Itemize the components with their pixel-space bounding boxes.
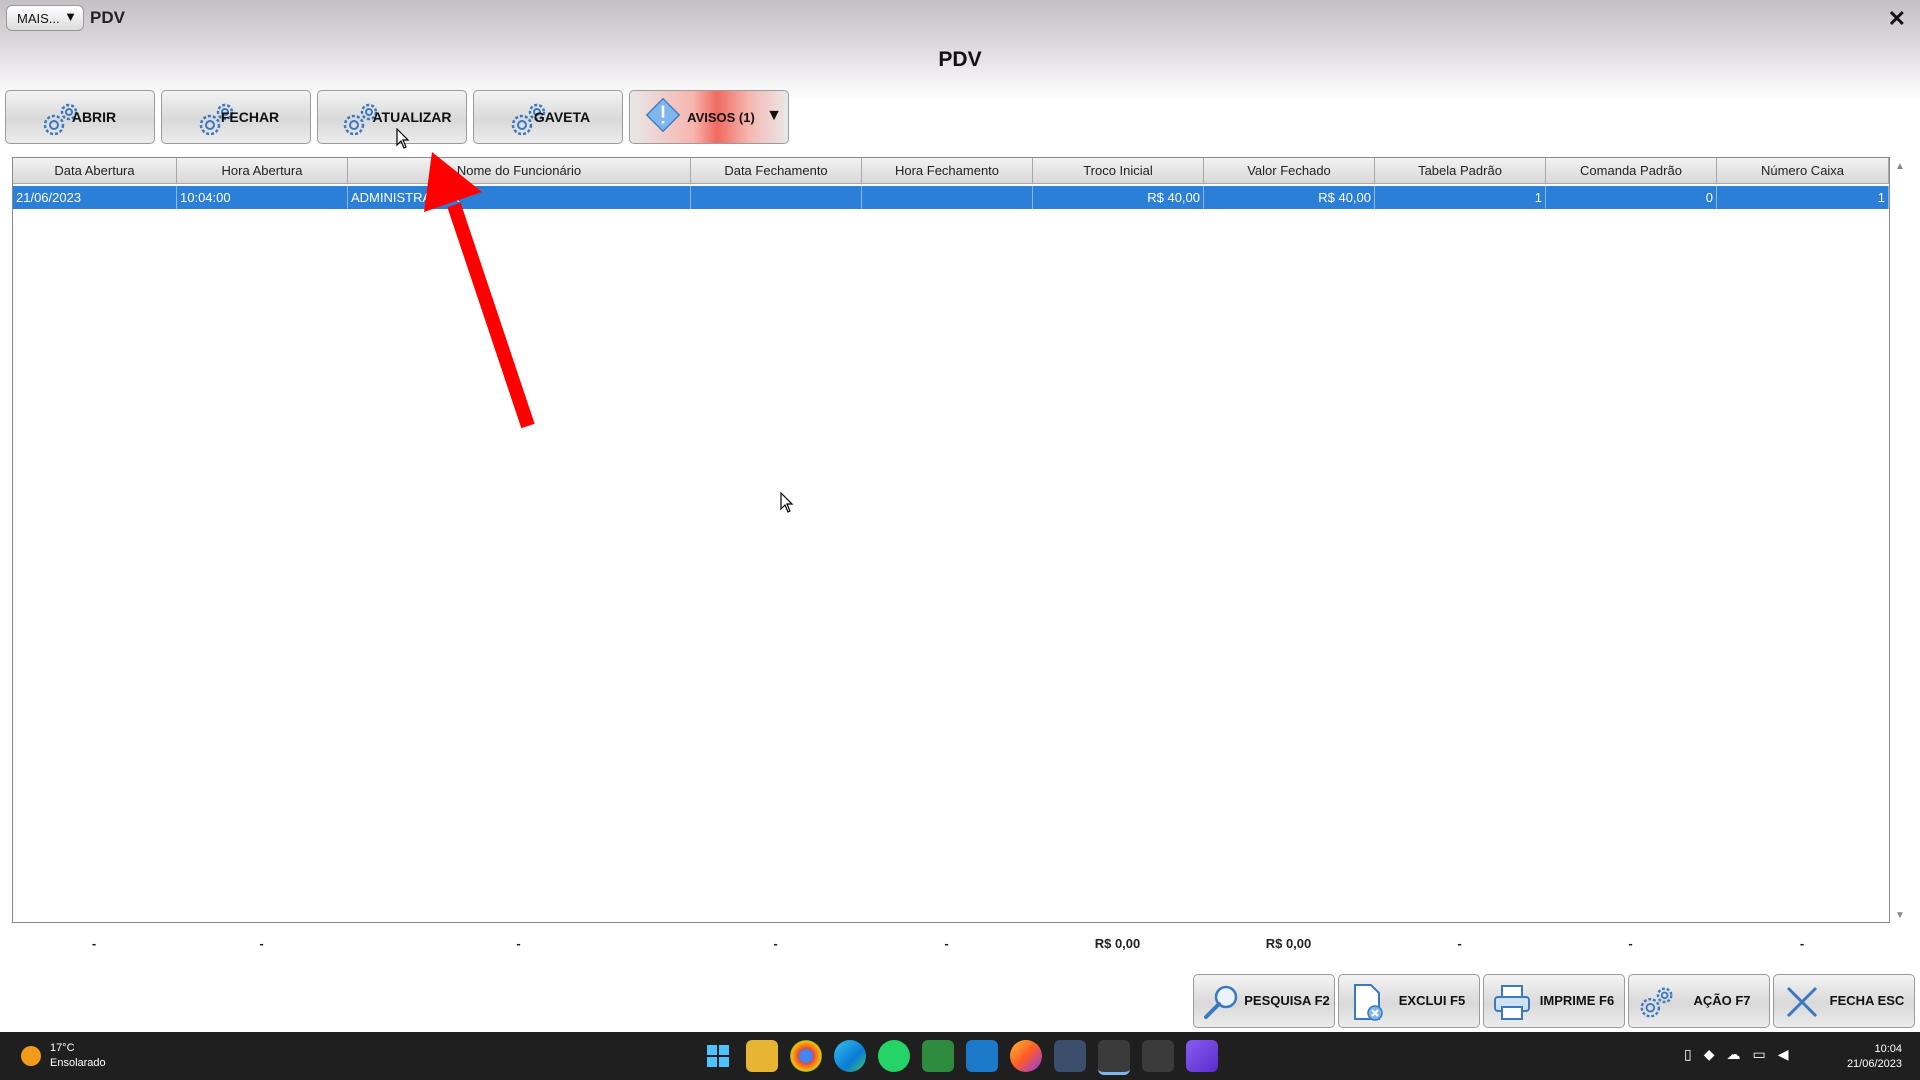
total-cell: - bbox=[773, 936, 778, 951]
table-cell bbox=[862, 186, 1033, 209]
remote-app-icon[interactable] bbox=[966, 1040, 998, 1072]
exclui-button[interactable]: EXCLUI F5 bbox=[1338, 974, 1480, 1028]
chrome-icon[interactable] bbox=[790, 1040, 822, 1072]
settings-gear-icon[interactable] bbox=[1054, 1040, 1086, 1072]
avisos-button[interactable]: AVISOS (1) ▼ bbox=[629, 90, 789, 144]
close-icon bbox=[1786, 986, 1818, 1018]
mais-dropdown-button[interactable]: MAIS... ▼ bbox=[6, 5, 84, 31]
exclui-label: EXCLUI F5 bbox=[1398, 993, 1466, 1008]
table-cell: R$ 40,00 bbox=[1033, 186, 1204, 209]
fecha-button[interactable]: FECHA ESC bbox=[1773, 974, 1915, 1028]
total-cell: - bbox=[91, 936, 97, 951]
column-header[interactable]: Tabela Padrão bbox=[1375, 158, 1546, 183]
gaveta-button[interactable]: GAVETA bbox=[473, 90, 623, 144]
gear-icon bbox=[1640, 987, 1673, 1018]
atualizar-label: ATUALIZAR bbox=[372, 109, 452, 125]
column-header[interactable]: Data Abertura bbox=[13, 158, 177, 183]
total-cell: - bbox=[1628, 936, 1633, 951]
whatsapp-icon[interactable] bbox=[878, 1040, 910, 1072]
mais-label: MAIS... bbox=[17, 10, 60, 26]
clock-time: 10:04 bbox=[1874, 1043, 1902, 1055]
pesquisa-label: PESQUISA F2 bbox=[1244, 993, 1330, 1008]
column-header[interactable]: Comanda Padrão bbox=[1546, 158, 1717, 183]
weather-widget[interactable]: 17°C Ensolarado bbox=[50, 1041, 106, 1071]
column-header[interactable]: Nome do Funcionário bbox=[348, 158, 691, 183]
total-cell: - bbox=[944, 936, 949, 951]
total-cell: - bbox=[1457, 936, 1462, 951]
clock-date: 21/06/2023 bbox=[1846, 1058, 1902, 1070]
network-icon[interactable]: ▭ bbox=[1753, 1046, 1766, 1063]
table-cell: 0 bbox=[1546, 186, 1717, 209]
volume-icon[interactable]: ◀ bbox=[1778, 1046, 1789, 1063]
table-cell: 1 bbox=[1375, 186, 1546, 209]
page-title: PDV bbox=[938, 48, 982, 71]
total-cell: - bbox=[516, 936, 521, 951]
pdv-app-icon[interactable] bbox=[1098, 1040, 1130, 1075]
scroll-up-icon[interactable]: ▲ bbox=[1895, 161, 1905, 172]
sun-icon[interactable] bbox=[21, 1046, 41, 1066]
atualizar-button[interactable]: ATUALIZAR bbox=[317, 90, 467, 144]
printer-icon bbox=[1494, 985, 1530, 1020]
clock[interactable]: 10:04 21/06/2023 bbox=[1847, 1042, 1902, 1072]
imprime-button[interactable]: IMPRIME F6 bbox=[1483, 974, 1625, 1028]
footer-totals: - - - - - R$ 0,00 R$ 0,00 - - - bbox=[12, 936, 1888, 951]
cloud-icon[interactable]: ☁ bbox=[1727, 1046, 1741, 1063]
abrir-label: ABRIR bbox=[71, 109, 117, 125]
spreadsheet-icon[interactable] bbox=[922, 1040, 954, 1072]
chevron-down-icon: ▼ bbox=[64, 9, 77, 24]
table-cell: 1 bbox=[1717, 186, 1889, 209]
imprime-label: IMPRIME F6 bbox=[1539, 993, 1615, 1008]
column-header[interactable]: Data Fechamento bbox=[691, 158, 862, 183]
search-icon bbox=[1204, 985, 1238, 1019]
mouse-cursor-icon bbox=[396, 128, 410, 149]
table-cell: ADMINISTRADOR bbox=[348, 186, 691, 209]
usb-icon[interactable]: ▯ bbox=[1684, 1046, 1692, 1063]
column-header[interactable]: Número Caixa bbox=[1717, 158, 1889, 183]
table-cell: R$ 40,00 bbox=[1204, 186, 1375, 209]
system-tray: ▯ ◆ ☁ ▭ ◀ bbox=[1684, 1046, 1789, 1063]
edge-icon[interactable] bbox=[834, 1040, 866, 1072]
vertical-scrollbar[interactable]: ▲ ▼ bbox=[1892, 157, 1908, 923]
shield-icon[interactable]: ◆ bbox=[1704, 1046, 1715, 1063]
column-header[interactable]: Valor Fechado bbox=[1204, 158, 1375, 183]
weather-desc: Ensolarado bbox=[50, 1057, 106, 1069]
gaveta-label: GAVETA bbox=[533, 109, 591, 125]
table-cell: 21/06/2023 bbox=[13, 186, 177, 209]
acao-label: AÇÃO F7 bbox=[1693, 993, 1751, 1008]
table-row[interactable]: 21/06/2023 10:04:00 ADMINISTRADOR R$ 40,… bbox=[13, 186, 1889, 209]
close-icon[interactable]: ✕ bbox=[1888, 6, 1906, 32]
firefox-icon[interactable] bbox=[1010, 1040, 1042, 1072]
total-cell: - bbox=[1799, 936, 1805, 951]
warning-icon bbox=[645, 97, 681, 133]
table-cell: 10:04:00 bbox=[177, 186, 348, 209]
taskbar: 17°C Ensolarado ▯ ◆ ☁ ▭ ◀ 10:04 21/06/20… bbox=[0, 1032, 1920, 1080]
fecha-label: FECHA ESC bbox=[1829, 993, 1905, 1008]
abrir-button[interactable]: ABRIR bbox=[5, 90, 155, 144]
mouse-cursor-icon bbox=[780, 492, 794, 513]
pesquisa-button[interactable]: PESQUISA F2 bbox=[1193, 974, 1335, 1028]
avisos-label: AVISOS (1) bbox=[687, 109, 755, 125]
file-explorer-icon[interactable] bbox=[746, 1040, 778, 1072]
total-cell: R$ 0,00 bbox=[1094, 936, 1141, 951]
window-title: PDV bbox=[90, 8, 125, 27]
total-cell: R$ 0,00 bbox=[1265, 936, 1312, 951]
column-header[interactable]: Hora Fechamento bbox=[862, 158, 1033, 183]
column-header[interactable]: Troco Inicial bbox=[1033, 158, 1204, 183]
column-header[interactable]: Hora Abertura bbox=[177, 158, 348, 183]
scroll-down-icon[interactable]: ▼ bbox=[1895, 910, 1905, 921]
media-app-icon[interactable] bbox=[1186, 1040, 1218, 1072]
fechar-button[interactable]: FECHAR bbox=[161, 90, 311, 144]
acao-button[interactable]: AÇÃO F7 bbox=[1628, 974, 1770, 1028]
windows-start-icon[interactable] bbox=[702, 1040, 734, 1072]
chevron-down-icon[interactable]: ▼ bbox=[766, 107, 782, 125]
pdv-table[interactable]: Data Abertura Hora Abertura Nome do Func… bbox=[12, 157, 1890, 923]
table-header: Data Abertura Hora Abertura Nome do Func… bbox=[13, 158, 1889, 184]
table-cell bbox=[691, 186, 862, 209]
weather-temp: 17°C bbox=[50, 1042, 75, 1054]
fechar-label: FECHAR bbox=[220, 109, 280, 125]
total-cell: - bbox=[259, 936, 264, 951]
delete-document-icon bbox=[1354, 984, 1383, 1021]
pdv-app-icon-2[interactable] bbox=[1142, 1040, 1174, 1072]
taskbar-apps bbox=[702, 1040, 1218, 1075]
